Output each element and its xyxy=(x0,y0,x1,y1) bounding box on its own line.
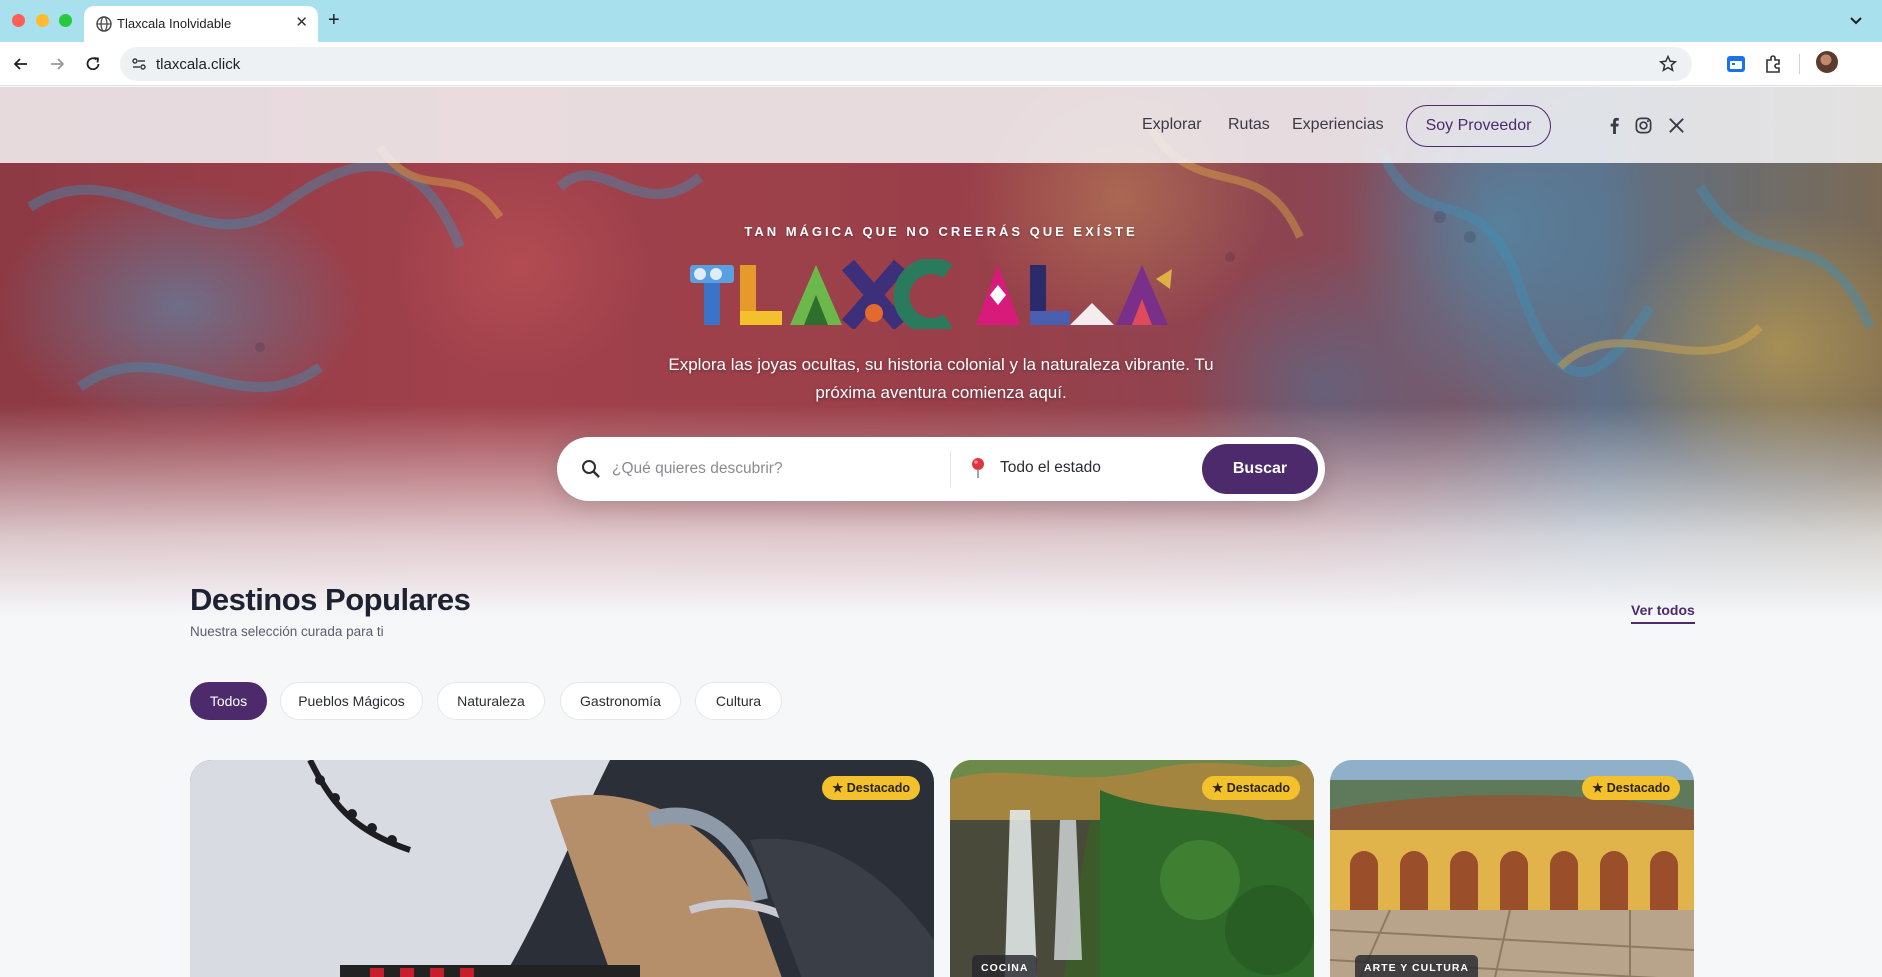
facebook-icon[interactable] xyxy=(1605,116,1624,135)
search-icon xyxy=(582,460,600,478)
section-title: Destinos Populares xyxy=(190,582,471,617)
extension-calendar-icon[interactable] xyxy=(1725,53,1747,75)
provider-button[interactable]: Soy Proveedor xyxy=(1406,105,1551,147)
nav-link-experiencias[interactable]: Experiencias xyxy=(1292,116,1384,134)
featured-badge: ★ Destacado xyxy=(1582,776,1680,800)
site-header: Explorar Rutas Experiencias Soy Proveedo… xyxy=(0,87,1882,163)
destination-card[interactable]: ★ Destacado ARTE Y CULTURA xyxy=(1330,760,1694,977)
location-pin-icon xyxy=(972,458,984,478)
hero-tagline: TAN MÁGICA QUE NO CREERÁS QUE EXÍSTE xyxy=(744,224,1138,239)
featured-badge: ★ Destacado xyxy=(1202,776,1300,800)
profile-avatar[interactable] xyxy=(1816,51,1838,73)
filter-gastronomia[interactable]: Gastronomía xyxy=(560,682,681,720)
nav-link-explorar[interactable]: Explorar xyxy=(1142,116,1202,134)
location-select[interactable]: Todo el estado xyxy=(1000,459,1101,477)
featured-badge: ★ Destacado xyxy=(822,776,920,800)
address-bar[interactable]: tlaxcala.click xyxy=(120,47,1692,81)
section-subtitle: Nuestra selección curada para ti xyxy=(190,624,384,639)
search-button[interactable]: Buscar xyxy=(1202,444,1318,494)
filter-pueblos-magicos[interactable]: Pueblos Mágicos xyxy=(280,682,423,720)
hero-subtitle-line-2: próxima aventura comienza aquí. xyxy=(815,383,1067,402)
extensions-puzzle-icon[interactable] xyxy=(1762,53,1784,75)
nav-link-rutas[interactable]: Rutas xyxy=(1228,116,1270,134)
globe-icon xyxy=(96,16,112,32)
back-arrow-icon[interactable] xyxy=(11,54,31,74)
filter-cultura[interactable]: Cultura xyxy=(695,682,782,720)
hero-subtitle: Explora las joyas ocultas, su historia c… xyxy=(641,351,1241,407)
category-tag: ARTE Y CULTURA xyxy=(1355,955,1479,977)
destination-card[interactable]: ★ Destacado COCINA xyxy=(950,760,1314,977)
browser-tab-bar: Tlaxcala Inolvidable ✕ + xyxy=(0,0,1882,42)
site-settings-icon[interactable] xyxy=(130,55,148,73)
instagram-icon[interactable] xyxy=(1634,116,1653,135)
search-divider xyxy=(950,451,951,487)
minimize-window-button[interactable] xyxy=(36,14,49,27)
bookmark-star-icon[interactable] xyxy=(1658,54,1678,74)
destination-card[interactable]: ★ Destacado xyxy=(190,760,934,977)
filter-naturaleza[interactable]: Naturaleza xyxy=(437,682,545,720)
new-tab-icon[interactable]: + xyxy=(328,9,340,32)
reload-icon[interactable] xyxy=(83,54,103,74)
url-text: tlaxcala.click xyxy=(156,56,241,73)
search-bar: Todo el estado Buscar xyxy=(557,437,1325,501)
chevron-down-icon[interactable] xyxy=(1846,10,1866,30)
see-all-link[interactable]: Ver todos xyxy=(1631,602,1695,624)
search-input[interactable] xyxy=(612,455,932,483)
web-page: Explorar Rutas Experiencias Soy Proveedo… xyxy=(0,87,1882,977)
hero-subtitle-line-1: Explora las joyas ocultas, su historia c… xyxy=(668,355,1214,374)
browser-tab[interactable]: Tlaxcala Inolvidable ✕ xyxy=(84,6,318,42)
toolbar-divider xyxy=(1799,54,1800,74)
maximize-window-button[interactable] xyxy=(59,14,72,27)
filter-todos[interactable]: Todos xyxy=(190,682,267,720)
tlaxcala-logo xyxy=(690,259,1172,329)
close-window-button[interactable] xyxy=(12,14,25,27)
forward-arrow-icon[interactable] xyxy=(47,54,67,74)
category-tag: COCINA xyxy=(972,955,1038,977)
tab-title: Tlaxcala Inolvidable xyxy=(117,16,232,31)
x-icon[interactable] xyxy=(1667,116,1686,135)
close-tab-icon[interactable]: ✕ xyxy=(295,13,308,31)
browser-toolbar: tlaxcala.click xyxy=(0,42,1882,86)
